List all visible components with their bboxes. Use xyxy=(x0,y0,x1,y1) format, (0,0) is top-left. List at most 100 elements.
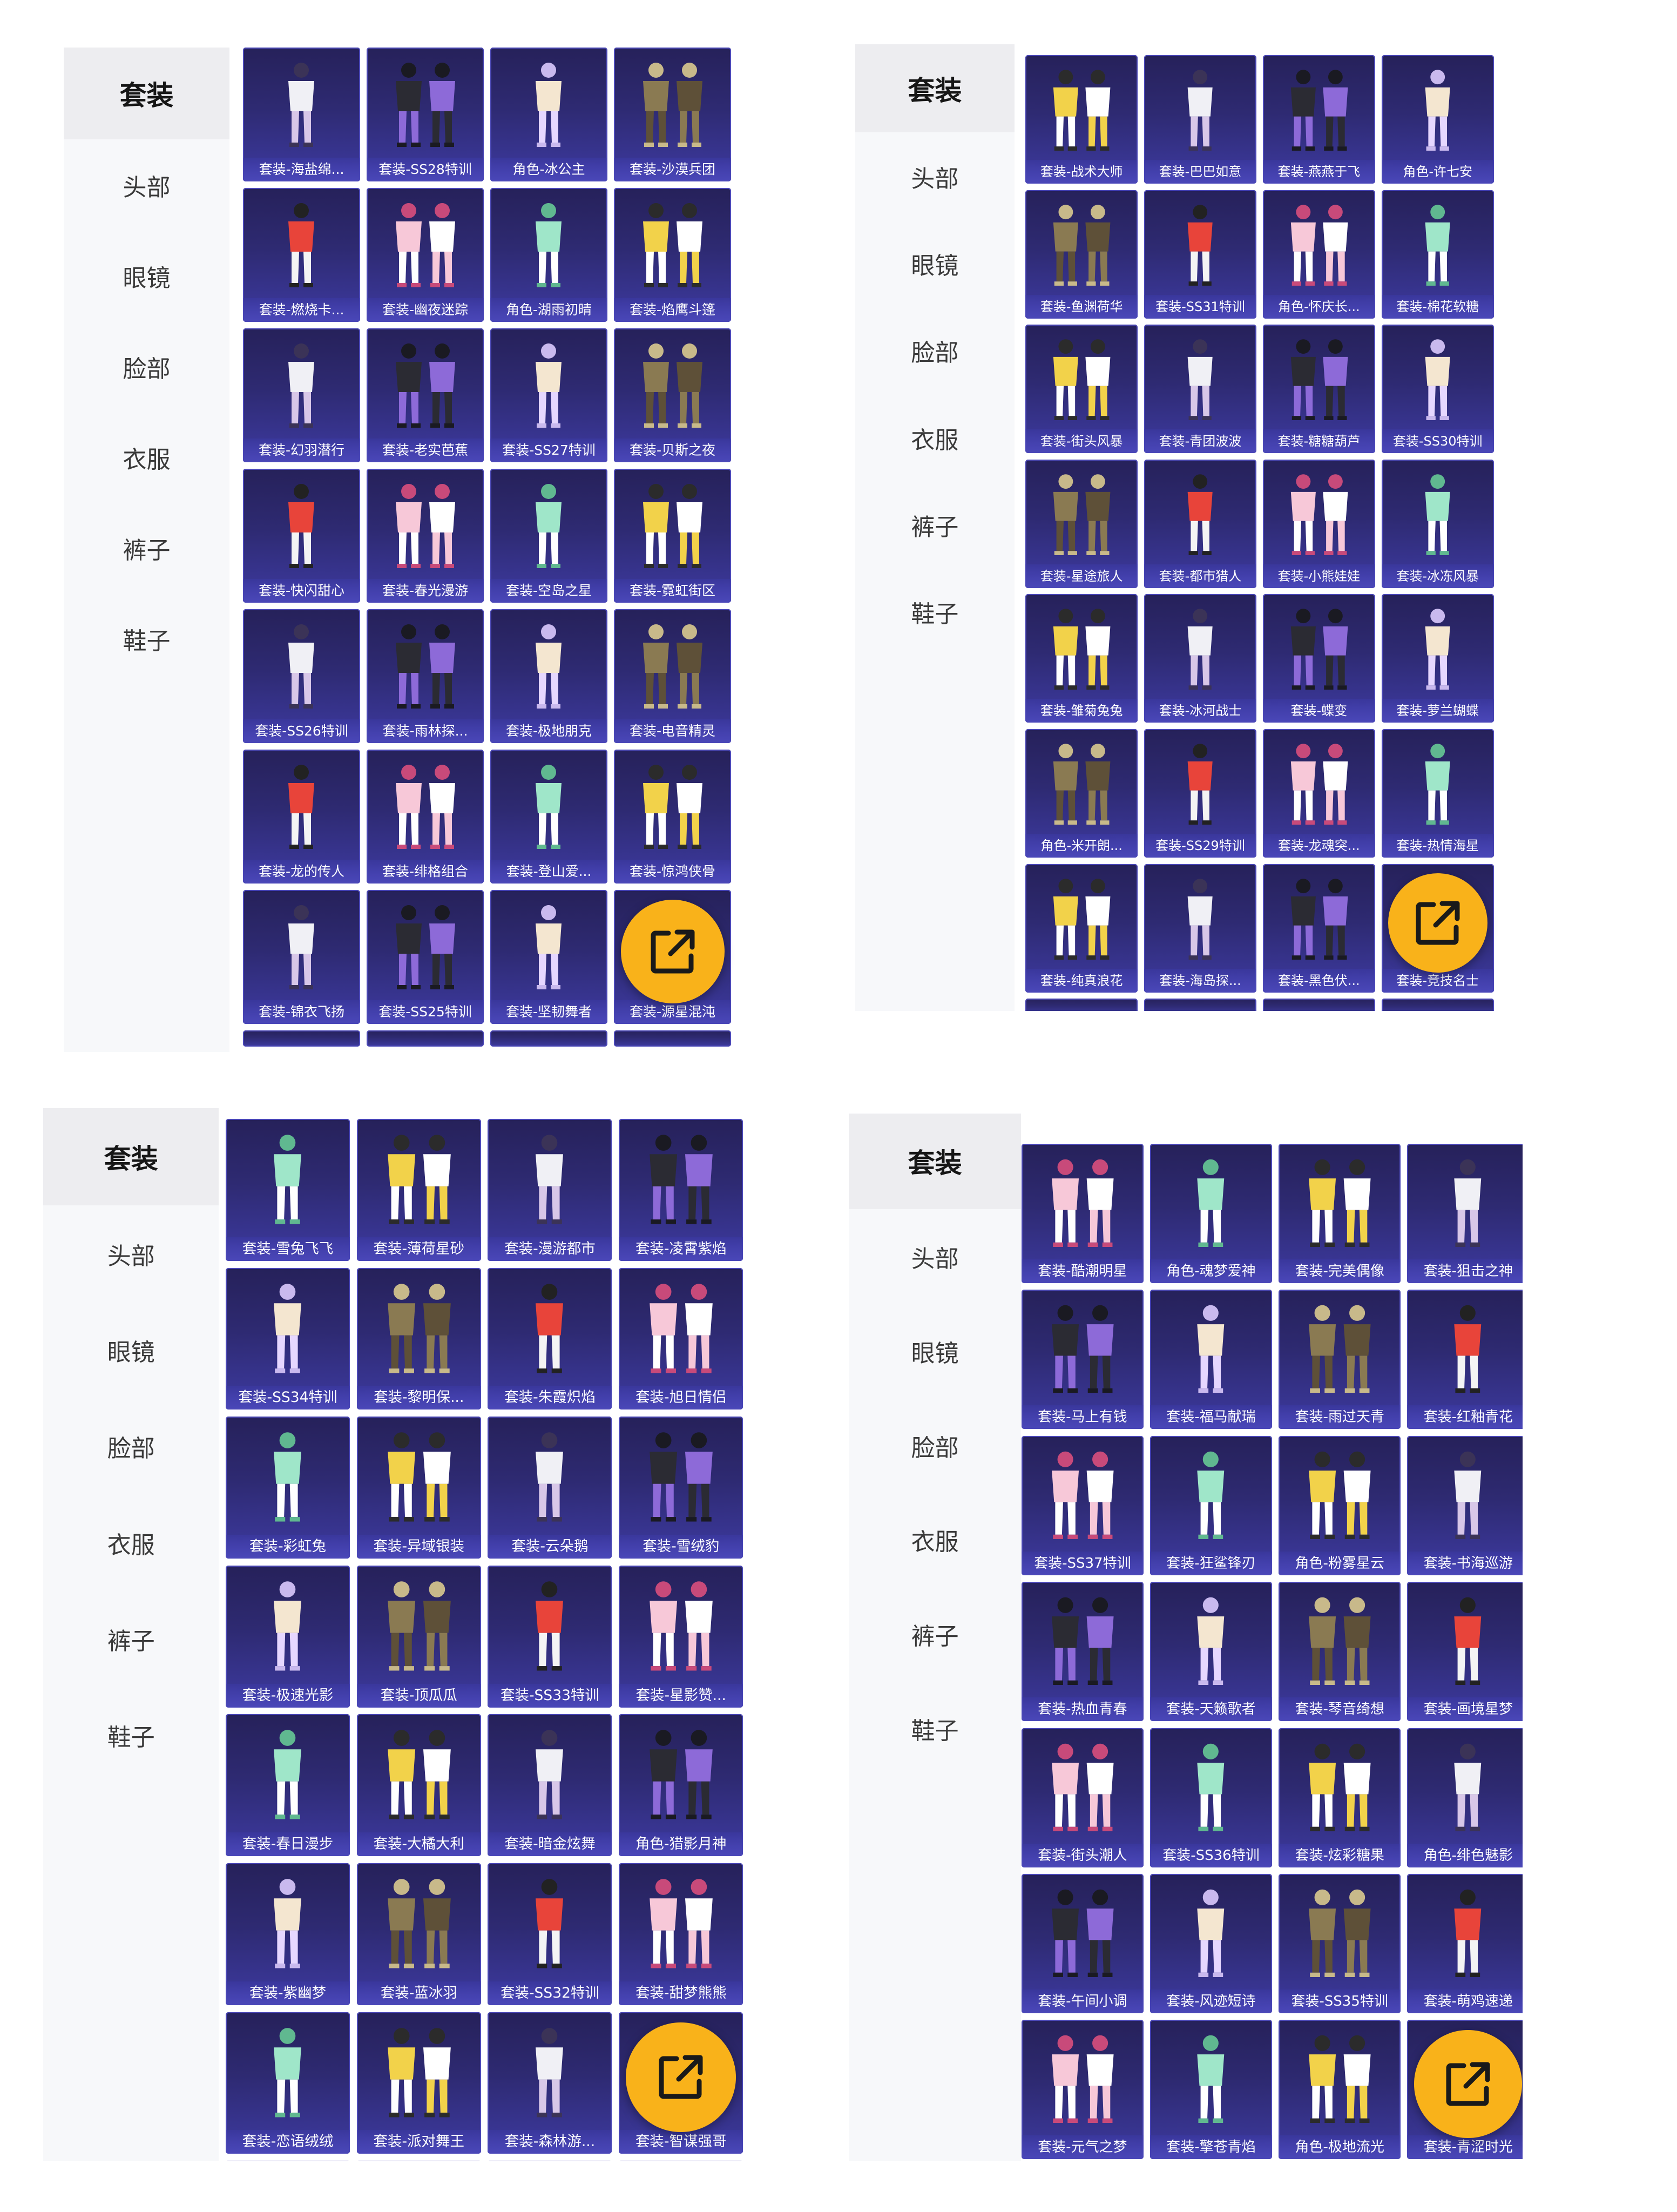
share-button[interactable] xyxy=(1414,2030,1523,2138)
outfit-tile[interactable]: 套装-都市猎人 xyxy=(1144,459,1257,588)
category-item[interactable]: 眼镜 xyxy=(849,1304,1021,1399)
outfit-tile[interactable]: 套装-SS36特训 xyxy=(1150,1728,1272,1867)
category-item[interactable]: 套装 xyxy=(43,1108,219,1206)
outfit-tile[interactable]: 套装-雏菊兔兔 xyxy=(1025,594,1138,723)
outfit-tile[interactable]: 套装-龙的传人 xyxy=(243,750,360,884)
outfit-tile[interactable]: 套装-惊鸿侠骨 xyxy=(614,750,731,884)
outfit-tile[interactable]: 套装-暗金炫舞 xyxy=(488,1714,612,1857)
outfit-tile[interactable]: 套装-雪兔飞飞 xyxy=(226,1119,350,1261)
share-button[interactable] xyxy=(620,900,725,1003)
outfit-tile[interactable]: 套装-黎明保... xyxy=(356,1267,481,1410)
outfit-tile[interactable]: 套装-薄荷星砂 xyxy=(356,1119,481,1261)
category-item[interactable]: 脸部 xyxy=(849,1398,1021,1493)
outfit-tile[interactable]: 套装-彩虹兔 xyxy=(226,1417,350,1559)
outfit-tile[interactable] xyxy=(614,1030,731,1047)
outfit-tile[interactable]: 套装-小熊娃娃 xyxy=(1262,459,1375,588)
outfit-tile[interactable]: 套装-马上有钱 xyxy=(1022,1290,1144,1429)
outfit-tile[interactable]: 套装-沙漠兵团 xyxy=(614,48,731,181)
category-item[interactable]: 衣服 xyxy=(855,394,1015,482)
outfit-tile[interactable]: 套装-街头风暴 xyxy=(1025,325,1138,454)
outfit-tile[interactable]: 套装-SS27特训 xyxy=(490,328,607,462)
outfit-tile[interactable]: 套装-派对舞王 xyxy=(356,2012,481,2154)
outfit-tile[interactable]: 套装-绯格组合 xyxy=(367,750,484,884)
outfit-tile[interactable]: 套装-快闪甜心 xyxy=(243,469,360,603)
category-item[interactable]: 头部 xyxy=(849,1209,1021,1305)
outfit-tile[interactable]: 套装-旭日情侣 xyxy=(619,1267,743,1410)
outfit-tile[interactable]: 角色-粉雾星云 xyxy=(1279,1435,1401,1575)
outfit-tile[interactable]: 角色-湖雨初晴 xyxy=(490,188,607,322)
outfit-tile[interactable]: 套装-SS30特训 xyxy=(1381,325,1494,454)
outfit-tile[interactable]: 套装-冰冻风暴 xyxy=(1381,459,1494,588)
category-item[interactable]: 裤子 xyxy=(849,1587,1021,1682)
category-item[interactable]: 套装 xyxy=(849,1114,1022,1209)
outfit-tile[interactable]: 套装-萌鸡速递 xyxy=(1407,1874,1523,2013)
outfit-tile[interactable]: 套装-雪绒豹 xyxy=(619,1417,743,1559)
outfit-tile[interactable]: 套装-霓虹街区 xyxy=(614,469,731,603)
outfit-tile[interactable]: 套装-画境星梦 xyxy=(1407,1582,1523,1722)
category-item[interactable]: 头部 xyxy=(64,139,229,231)
outfit-tile[interactable]: 套装-天籁歌者 xyxy=(1150,1582,1272,1722)
outfit-tile[interactable] xyxy=(1381,999,1494,1011)
outfit-tile[interactable]: 角色-许七安 xyxy=(1381,55,1494,184)
category-item[interactable]: 裤子 xyxy=(64,502,229,594)
outfit-tile[interactable]: 套装-SS28特训 xyxy=(367,48,484,181)
outfit-tile[interactable]: 套装-漫游都市 xyxy=(488,1119,612,1261)
category-item[interactable]: 裤子 xyxy=(855,481,1015,569)
outfit-tile[interactable]: 套装-擎苍青焰 xyxy=(1150,2020,1272,2160)
outfit-tile[interactable]: 套装-热情海星 xyxy=(1381,729,1494,858)
outfit-tile[interactable]: 套装-燃烧卡... xyxy=(243,188,360,322)
outfit-tile[interactable]: 套装-狙击之神 xyxy=(1407,1144,1523,1283)
outfit-tile[interactable]: 套装-雨林探... xyxy=(367,609,484,743)
outfit-tile[interactable]: 套装-大橘大利 xyxy=(356,1714,481,1857)
outfit-tile[interactable]: 套装-幻羽潜行 xyxy=(243,328,360,462)
outfit-tile[interactable]: 套装-完美偶像 xyxy=(1279,1144,1401,1283)
outfit-tile[interactable]: 套装-酷潮明星 xyxy=(1022,1144,1144,1283)
outfit-tile[interactable]: 套装-纯真浪花 xyxy=(1025,864,1138,993)
outfit-tile[interactable]: 套装-海岛探... xyxy=(1144,864,1257,993)
outfit-tile[interactable]: 套装-龙魂突... xyxy=(1262,729,1375,858)
outfit-tile[interactable]: 套装-SS26特训 xyxy=(243,609,360,743)
outfit-tile[interactable]: 角色-极地流光 xyxy=(1279,2020,1401,2160)
outfit-tile[interactable]: 套装-青团波波 xyxy=(1144,325,1257,454)
outfit-tile[interactable]: 套装-黑色伏... xyxy=(1262,864,1375,993)
outfit-tile[interactable]: 角色-怀庆长... xyxy=(1262,190,1375,319)
outfit-tile[interactable]: 套装-老实芭蕉 xyxy=(367,328,484,462)
outfit-tile[interactable]: 套装-春光漫游 xyxy=(367,469,484,603)
outfit-tile[interactable]: 套装-星途旅人 xyxy=(1025,459,1138,588)
outfit-tile[interactable]: 套装-狂鲨锋刃 xyxy=(1150,1435,1272,1575)
category-item[interactable]: 套装 xyxy=(64,48,229,139)
outfit-tile[interactable]: 套装-雨过天青 xyxy=(1279,1290,1401,1429)
outfit-tile[interactable]: 角色-猎影月神 xyxy=(619,1714,743,1857)
outfit-tile[interactable]: 套装-SS25特训 xyxy=(367,890,484,1024)
category-item[interactable]: 脸部 xyxy=(64,321,229,413)
outfit-tile[interactable]: 套装-SS37特训 xyxy=(1022,1435,1144,1575)
outfit-tile[interactable]: 角色-米开朗... xyxy=(1025,729,1138,858)
outfit-tile[interactable] xyxy=(490,1030,607,1047)
share-button[interactable] xyxy=(626,2022,736,2133)
category-item[interactable]: 鞋子 xyxy=(43,1687,219,1784)
outfit-tile[interactable]: 套装-炫彩糖果 xyxy=(1279,1728,1401,1867)
outfit-tile[interactable]: 套装-海盐绵... xyxy=(243,48,360,181)
category-item[interactable]: 衣服 xyxy=(849,1492,1021,1588)
outfit-tile[interactable]: 套装-琴音绮想 xyxy=(1279,1582,1401,1722)
category-item[interactable]: 眼镜 xyxy=(43,1301,219,1399)
category-item[interactable]: 鞋子 xyxy=(855,568,1015,656)
outfit-tile[interactable]: 套装-SS34特训 xyxy=(226,1267,350,1410)
outfit-tile[interactable]: 套装-糖糖葫芦 xyxy=(1262,325,1375,454)
outfit-tile[interactable]: 套装-战术大师 xyxy=(1025,55,1138,184)
outfit-tile[interactable]: 套装-蝶变 xyxy=(1262,594,1375,723)
outfit-tile[interactable]: 套装-云朵鹅 xyxy=(488,1417,612,1559)
outfit-tile[interactable]: 套装-电音精灵 xyxy=(614,609,731,743)
outfit-tile[interactable] xyxy=(1262,999,1375,1011)
outfit-tile[interactable] xyxy=(367,1030,484,1047)
outfit-tile[interactable]: 套装-热血青春 xyxy=(1022,1582,1144,1722)
outfit-tile[interactable]: 套装-书海巡游 xyxy=(1407,1435,1523,1575)
outfit-tile[interactable]: 套装-SS32特训 xyxy=(488,1863,612,2005)
outfit-tile[interactable]: 套装-恋语绒绒 xyxy=(226,2012,350,2154)
outfit-tile[interactable]: 套装-元气之梦 xyxy=(1022,2020,1144,2160)
category-item[interactable]: 眼镜 xyxy=(64,230,229,322)
outfit-tile[interactable]: 套装-SS31特训 xyxy=(1144,190,1257,319)
outfit-tile[interactable]: 套装-紫幽梦 xyxy=(226,1863,350,2005)
outfit-tile[interactable]: 套装-萝兰蝴蝶 xyxy=(1381,594,1494,723)
outfit-tile[interactable]: 套装-鱼渊荷华 xyxy=(1025,190,1138,319)
